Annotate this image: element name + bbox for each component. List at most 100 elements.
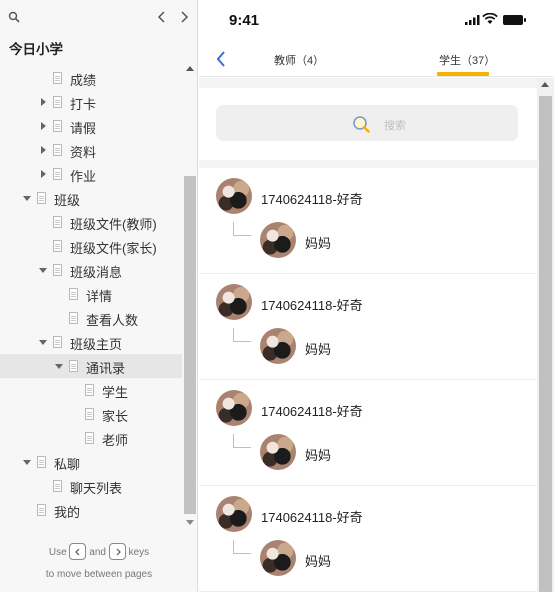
collapse-arrow-icon[interactable] bbox=[38, 97, 48, 107]
tree-item-label: 成绩 bbox=[70, 73, 97, 88]
sidebar-toolbar bbox=[0, 0, 198, 36]
tree-item-label: 老师 bbox=[102, 433, 129, 448]
expand-arrow-icon[interactable] bbox=[54, 361, 64, 371]
tree-item[interactable]: 成绩 bbox=[0, 66, 182, 90]
page-icon bbox=[69, 360, 78, 372]
chevron-right-icon[interactable] bbox=[177, 8, 191, 26]
status-time: 9:41 bbox=[229, 12, 260, 29]
student-name: 1740624118-好奇 bbox=[261, 510, 363, 525]
separator bbox=[199, 160, 537, 168]
tree-item[interactable]: 学生 bbox=[0, 378, 182, 402]
parent-relation[interactable]: 妈妈 bbox=[305, 233, 331, 252]
back-arrow-icon[interactable] bbox=[215, 50, 227, 68]
tab-students[interactable]: 学生（37） bbox=[439, 52, 495, 68]
page-icon bbox=[53, 264, 62, 276]
contact-card[interactable]: 1740624118-好奇妈妈 bbox=[199, 486, 537, 592]
tree-item[interactable]: 班级 bbox=[0, 186, 182, 210]
page-icon bbox=[69, 312, 78, 324]
tree-item[interactable]: 班级文件(教师) bbox=[0, 210, 182, 234]
tree-item-label: 班级主页 bbox=[70, 337, 123, 352]
tree-item[interactable]: 资料 bbox=[0, 138, 182, 162]
expand-arrow-icon[interactable] bbox=[38, 337, 48, 347]
tree-connector bbox=[233, 434, 251, 448]
tree-item-label: 打卡 bbox=[70, 97, 97, 112]
tree-item[interactable]: 作业 bbox=[0, 162, 182, 186]
tree-item-label: 资料 bbox=[70, 145, 97, 160]
page-icon bbox=[53, 240, 62, 252]
tree-item[interactable]: 聊天列表 bbox=[0, 474, 182, 498]
avatar bbox=[216, 390, 252, 426]
hint-use: Use bbox=[48, 547, 67, 558]
avatar bbox=[216, 496, 252, 532]
parent-relation[interactable]: 妈妈 bbox=[305, 339, 331, 358]
tree-item-label: 聊天列表 bbox=[70, 481, 123, 496]
page-icon bbox=[69, 288, 78, 300]
status-bar: 9:41 bbox=[199, 0, 554, 40]
tree-item[interactable]: 打卡 bbox=[0, 90, 182, 114]
tree-item-label: 家长 bbox=[102, 409, 129, 424]
collapse-arrow-icon[interactable] bbox=[38, 145, 48, 155]
page-icon bbox=[37, 456, 46, 468]
scroll-up-arrow-icon[interactable] bbox=[541, 82, 549, 87]
tree-connector bbox=[233, 328, 251, 342]
student-name: 1740624118-好奇 bbox=[261, 298, 363, 313]
tree-item-label: 请假 bbox=[70, 121, 97, 136]
tree-item[interactable]: 老师 bbox=[0, 426, 182, 450]
tree-connector bbox=[233, 222, 251, 236]
student-name: 1740624118-好奇 bbox=[261, 404, 363, 419]
chevron-left-icon[interactable] bbox=[155, 8, 169, 26]
tree-item-label: 班级消息 bbox=[70, 265, 123, 280]
page-icon bbox=[53, 120, 62, 132]
parent-relation[interactable]: 妈妈 bbox=[305, 445, 331, 464]
contact-card[interactable]: 1740624118-好奇 妈妈 bbox=[199, 168, 537, 274]
phone-scroll-thumb[interactable] bbox=[539, 96, 552, 592]
avatar bbox=[260, 540, 296, 576]
collapse-arrow-icon[interactable] bbox=[38, 121, 48, 131]
left-key-icon bbox=[69, 542, 87, 560]
page-icon bbox=[85, 384, 94, 396]
scroll-down-arrow-icon[interactable] bbox=[186, 520, 194, 525]
active-tab-indicator bbox=[437, 72, 489, 76]
tree-item[interactable]: 详情 bbox=[0, 282, 182, 306]
page-icon bbox=[37, 192, 46, 204]
tree-item[interactable]: 私聊 bbox=[0, 450, 182, 474]
expand-arrow-icon[interactable] bbox=[22, 193, 32, 203]
sidebar-scrollbar[interactable] bbox=[182, 62, 198, 530]
tree-item-label: 作业 bbox=[70, 169, 97, 184]
contact-card[interactable]: 1740624118-好奇妈妈 bbox=[199, 380, 537, 486]
expand-arrow-icon[interactable] bbox=[38, 265, 48, 275]
tree-item[interactable]: 班级文件(家长) bbox=[0, 234, 182, 258]
page-icon bbox=[37, 504, 46, 516]
keyboard-hint: Use and keys to move between pages bbox=[0, 542, 198, 586]
parent-relation[interactable]: 妈妈 bbox=[305, 551, 331, 570]
tree-item[interactable]: 家长 bbox=[0, 402, 182, 426]
avatar bbox=[216, 178, 252, 214]
search-placeholder: 搜索 bbox=[384, 120, 406, 132]
separator bbox=[199, 78, 537, 88]
tree-item-label: 我的 bbox=[54, 505, 81, 520]
tree-item[interactable]: 查看人数 bbox=[0, 306, 182, 330]
tree-item[interactable]: 请假 bbox=[0, 114, 182, 138]
tree-item[interactable]: 班级主页 bbox=[0, 330, 182, 354]
search-icon bbox=[353, 116, 370, 133]
tree-item[interactable]: 通讯录 bbox=[0, 354, 182, 378]
battery-icon bbox=[503, 15, 526, 25]
collapse-arrow-icon[interactable] bbox=[38, 169, 48, 179]
hint-line2: to move between pages bbox=[45, 569, 153, 580]
project-title: 今日小学 bbox=[9, 42, 63, 57]
sidebar-scroll-thumb[interactable] bbox=[184, 176, 196, 514]
search-icon[interactable] bbox=[8, 11, 20, 23]
scroll-up-arrow-icon[interactable] bbox=[186, 66, 194, 71]
tree-item[interactable]: 班级消息 bbox=[0, 258, 182, 282]
tree-item[interactable]: 我的 bbox=[0, 498, 182, 522]
tree-item-label: 班级文件(家长) bbox=[70, 241, 157, 256]
hint-keys: keys bbox=[128, 547, 150, 558]
contact-card[interactable]: 1740624118-好奇妈妈 bbox=[199, 274, 537, 380]
tab-teachers[interactable]: 教师（4） bbox=[274, 52, 324, 68]
avatar bbox=[260, 222, 296, 258]
expand-arrow-icon[interactable] bbox=[22, 457, 32, 467]
page-icon bbox=[53, 168, 62, 180]
avatar bbox=[260, 328, 296, 364]
search-input[interactable]: 搜索 bbox=[216, 105, 518, 141]
phone-scrollbar[interactable] bbox=[537, 78, 554, 592]
